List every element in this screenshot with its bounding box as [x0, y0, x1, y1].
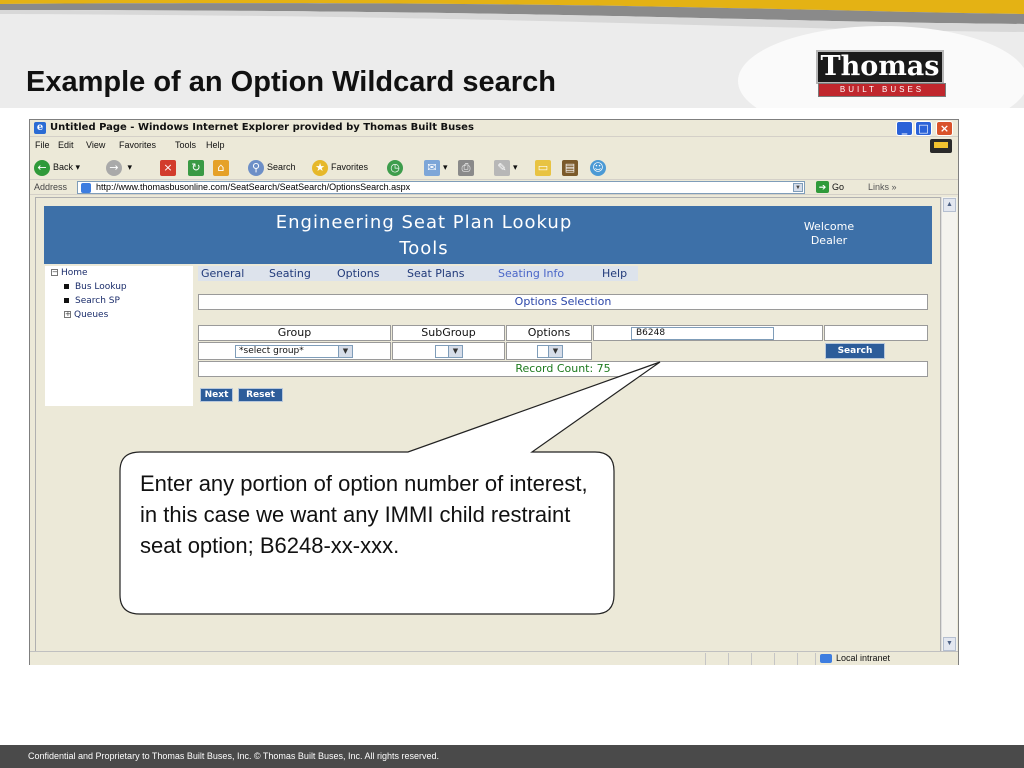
callout-text: Enter any portion of option number of in… — [140, 471, 588, 558]
callout-bubble — [119, 361, 661, 615]
slide-footer: Confidential and Proprietary to Thomas B… — [0, 745, 1024, 768]
footer-text: Confidential and Proprietary to Thomas B… — [28, 751, 439, 761]
